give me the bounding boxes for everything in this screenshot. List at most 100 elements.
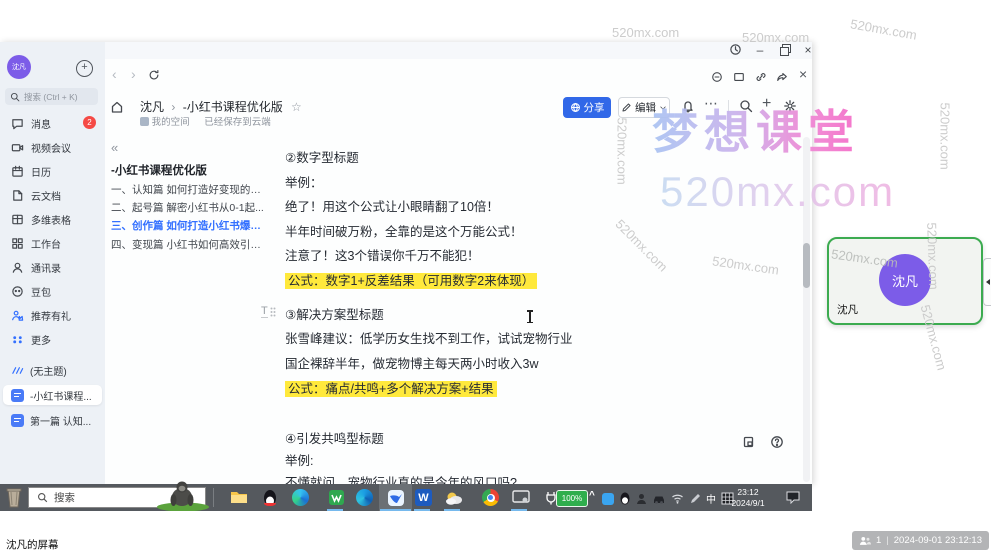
share-arrow-icon[interactable]	[776, 70, 788, 88]
panel-icon[interactable]	[733, 70, 745, 88]
plus-icon[interactable]: +	[76, 60, 93, 77]
doc-icon	[11, 413, 24, 427]
notification-bell-icon[interactable]	[681, 99, 695, 118]
chrome-icon[interactable]	[480, 487, 501, 508]
doc-line[interactable]: ③解决方案型标题	[285, 304, 384, 323]
sidebar-item-referral[interactable]: 推荐有礼	[0, 304, 105, 326]
sidebar-search-input[interactable]: 搜索 (Ctrl + K)	[5, 88, 98, 105]
doc-line[interactable]: ④引发共鸣型标题	[285, 428, 384, 447]
history-clock-icon[interactable]	[727, 43, 743, 58]
outline-item-2[interactable]: 二、起号篇 解密小红书从0-1起...	[111, 200, 269, 215]
restore-button[interactable]	[780, 44, 791, 56]
breadcrumb-doc-title[interactable]: -小红书课程优化版	[183, 100, 283, 114]
browser-icon[interactable]	[354, 487, 375, 508]
ime-indicator[interactable]: 中	[706, 491, 716, 506]
viewer-count: 1	[876, 535, 882, 546]
doc-line[interactable]: 张雪峰建议：低学历女生找不到工作，试试宠物行业	[285, 328, 573, 347]
sidebar-doc-chapter-one[interactable]: 第一篇 认知...	[3, 410, 102, 430]
open-indicator	[444, 508, 460, 511]
word-icon[interactable]: W	[413, 487, 434, 508]
sidebar-doc-xiaohongshu-course[interactable]: -小红书课程...	[3, 385, 102, 405]
outline-collapse-icon[interactable]: «	[111, 140, 118, 155]
window-titlebar	[0, 42, 812, 59]
wps-icon[interactable]	[326, 487, 347, 508]
space-icon	[140, 117, 149, 126]
refresh-icon[interactable]	[148, 68, 160, 86]
gear-icon[interactable]	[783, 99, 797, 118]
sidebar-item-messages[interactable]: 消息 2	[0, 112, 105, 134]
action-center-icon[interactable]	[786, 491, 800, 509]
taskbar-clock[interactable]: 23:12 2024/9/1	[726, 487, 770, 508]
outline-item-3[interactable]: 三、创作篇 如何打造小红书爆款...	[111, 218, 269, 233]
space-label[interactable]: 我的空间	[152, 117, 190, 128]
help-icon[interactable]	[770, 435, 784, 454]
doc-line[interactable]: 绝了！用这个公式让小眼睛翻了10倍！	[285, 196, 499, 215]
sidebar-item-video-meeting[interactable]: 视频会议	[0, 136, 105, 158]
camera-name-label: 沈凡	[837, 304, 858, 316]
doc-line[interactable]: 半年时间破万粉，全靠的是这个万能公式！	[285, 221, 523, 240]
sidebar-item-calendar[interactable]: 日历	[0, 160, 105, 182]
link-icon[interactable]	[755, 70, 767, 88]
sidebar-item-doubao[interactable]: 豆包	[0, 280, 105, 302]
battery-indicator[interactable]: 100%	[556, 490, 588, 507]
sidebar-item-more[interactable]: 更多	[0, 328, 105, 350]
tray-car-icon[interactable]	[652, 494, 666, 504]
doc-icon	[11, 388, 24, 402]
catalog-icon[interactable]	[742, 435, 756, 454]
file-explorer-icon[interactable]	[228, 487, 249, 508]
wifi-icon[interactable]	[671, 493, 684, 504]
qq-icon[interactable]	[259, 487, 280, 508]
nav-back-icon[interactable]: ‹	[112, 66, 117, 82]
doc-line[interactable]: 国企裸辞半年，做宠物博主每天两小时收入3w	[285, 353, 538, 372]
outline-item-1[interactable]: 一、认知篇 如何打造好变现的小...	[111, 182, 269, 197]
tray-pen-icon[interactable]	[689, 493, 701, 505]
system-tray: 中	[602, 491, 734, 506]
sidebar-item-cloud-docs[interactable]: 云文档	[0, 184, 105, 206]
camera-collapse-tab[interactable]	[983, 258, 991, 306]
camera-avatar: 沈凡	[879, 254, 931, 306]
doc-search-icon[interactable]	[739, 99, 753, 118]
share-button[interactable]: 分享	[563, 97, 611, 118]
doc-scrollbar-track[interactable]	[803, 137, 810, 482]
open-indicator	[380, 508, 411, 511]
zoom-plus-icon[interactable]: +	[762, 95, 771, 113]
doc-line[interactable]: ②数字型标题	[285, 147, 359, 166]
doc-line[interactable]: 举例：	[285, 172, 323, 191]
start-button[interactable]	[3, 486, 25, 514]
camera-tile[interactable]: 沈凡 沈凡	[827, 237, 983, 325]
edge-icon[interactable]	[290, 487, 311, 508]
home-icon[interactable]	[110, 100, 124, 119]
close-window-button[interactable]: ×	[800, 43, 812, 58]
star-icon[interactable]: ☆	[291, 100, 302, 114]
minimize-button[interactable]: –	[752, 43, 768, 58]
doc-scrollbar-thumb[interactable]	[803, 243, 810, 288]
close-tab-icon[interactable]: ×	[799, 66, 807, 82]
feishu-icon[interactable]	[385, 487, 406, 508]
tray-qq-icon[interactable]	[619, 492, 631, 505]
shared-screen-label: 沈凡的屏幕	[6, 539, 59, 551]
sidebar-topic-none[interactable]: (无主题)	[3, 360, 102, 380]
meeting-timestamp: 2024-09-01 23:12:13	[893, 535, 982, 546]
message-icon	[12, 118, 23, 129]
tray-expand-caret[interactable]: ^	[589, 490, 595, 501]
doc-line-highlighted[interactable]: 公式：数字1+反差结果（可用数字2来体现）	[285, 270, 538, 289]
tray-user-icon[interactable]	[636, 493, 647, 505]
doc-line[interactable]: 注意了！这3个错误你千万不能犯！	[285, 245, 479, 264]
sidebar-item-workbench[interactable]: 工作台	[0, 232, 105, 254]
comment-icon[interactable]	[711, 70, 723, 88]
breadcrumb-user[interactable]: 沈凡	[140, 100, 164, 114]
doc-line-highlighted[interactable]: 公式：痛点/共鸣+多个解决方案+结果	[285, 378, 497, 397]
more-actions-icon[interactable]: ⋯	[704, 95, 718, 112]
chevron-down-icon	[660, 105, 666, 110]
tray-messenger-icon[interactable]	[602, 492, 614, 505]
sidebar-item-base-table[interactable]: 多维表格	[0, 208, 105, 230]
user-avatar[interactable]: 沈凡	[7, 55, 31, 79]
nav-forward-icon[interactable]: ›	[131, 66, 136, 82]
outline-item-4[interactable]: 四、变现篇 小红书如何高效引流...	[111, 237, 269, 252]
edit-button[interactable]: 编辑	[618, 97, 670, 118]
screencast-icon[interactable]	[510, 487, 531, 508]
sidebar-item-contacts[interactable]: 通讯录	[0, 256, 105, 278]
doc-line[interactable]: 举例:	[285, 450, 313, 469]
weather-icon[interactable]	[443, 487, 464, 508]
block-handle[interactable]: T	[261, 305, 276, 318]
